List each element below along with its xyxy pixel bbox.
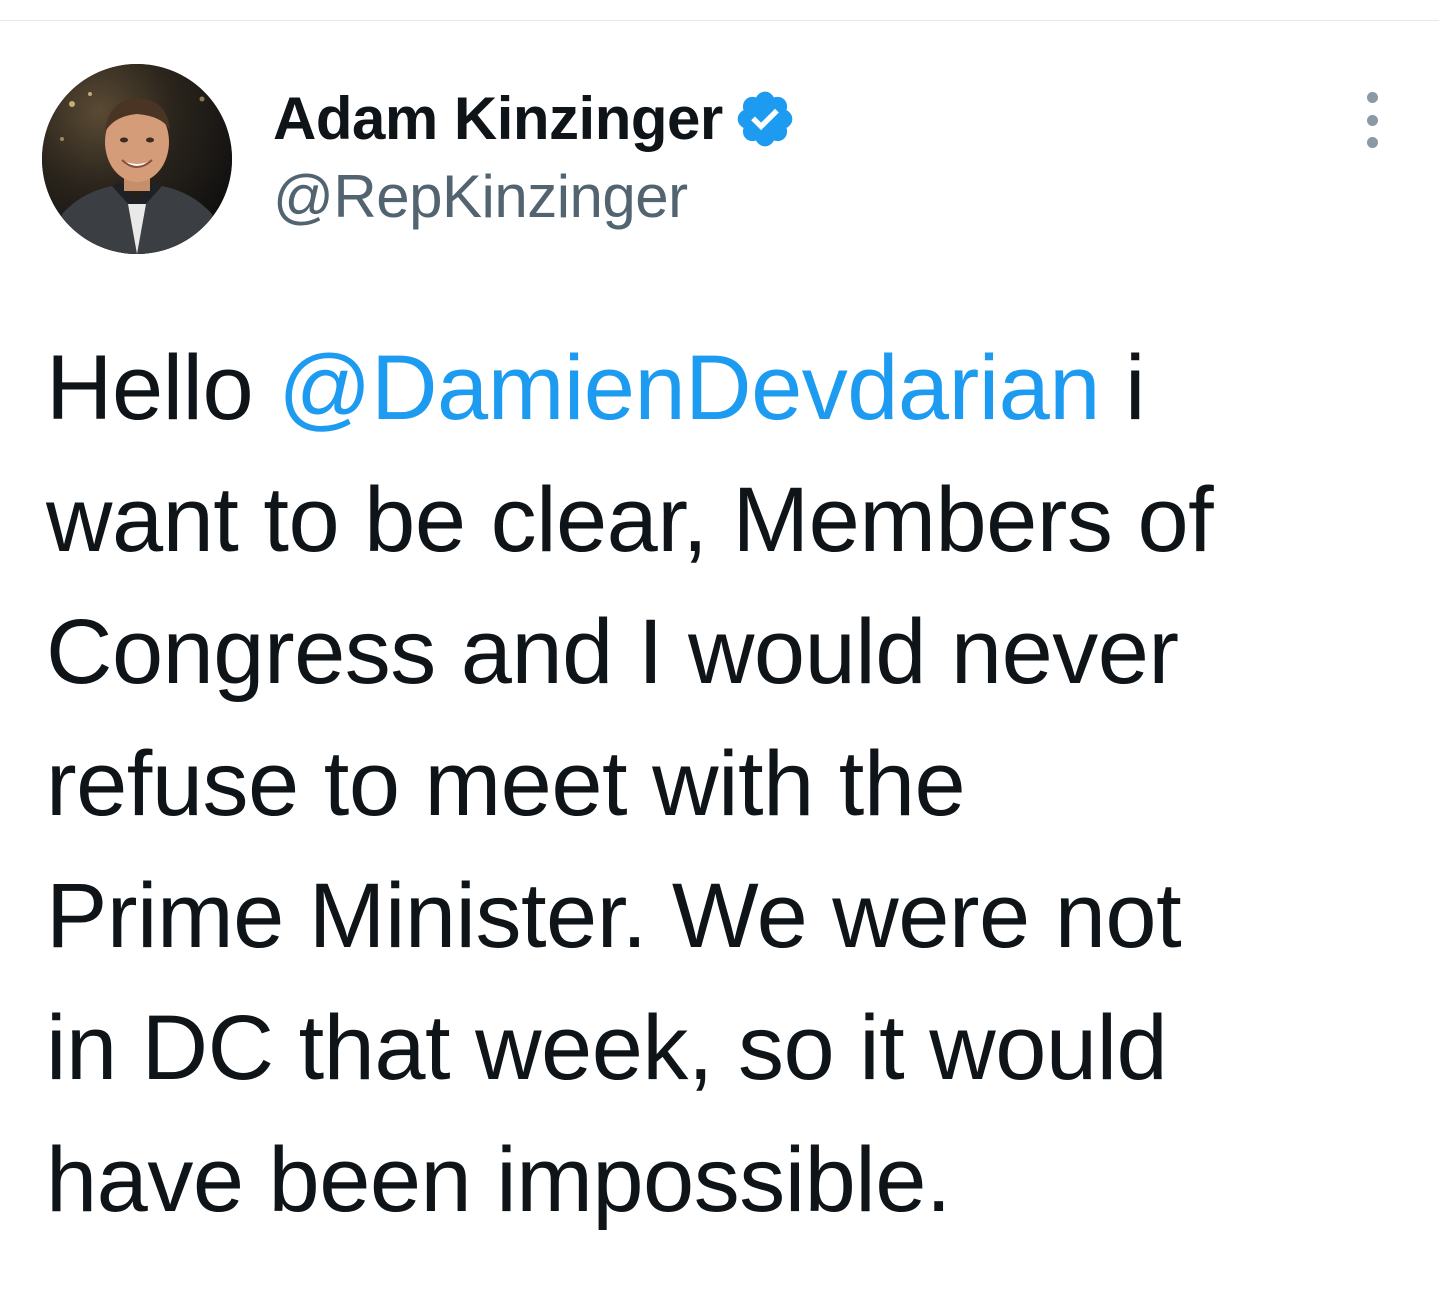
author-display-name[interactable]: Adam Kinzinger (273, 82, 723, 156)
tweet-text-line-1: Hello @DamienDevdarian i (46, 322, 1416, 454)
verified-badge-icon (733, 87, 797, 151)
more-vertical-icon-dot-3 (1366, 137, 1378, 148)
more-vertical-icon-dot-2 (1366, 114, 1378, 126)
tweet-text-line-5: Prime Minister. We were not (46, 865, 1182, 967)
author-handle[interactable]: @RepKinzinger (273, 162, 797, 232)
tweet-text: Hello @DamienDevdarian i want to be clea… (46, 322, 1416, 1246)
profile-photo-icon (42, 64, 232, 254)
more-options-button[interactable] (1352, 92, 1392, 148)
tweet-text-line-7: have been impossible. (46, 1129, 951, 1231)
tweet-text-line-3: Congress and I would never (46, 601, 1179, 703)
tweet-text-segment: Hello (46, 337, 279, 439)
more-vertical-icon (1366, 92, 1378, 103)
tweet-author: Adam Kinzinger @RepKinzinger (273, 82, 797, 232)
author-name-row: Adam Kinzinger (273, 82, 797, 156)
tweet-text-line-2: want to be clear, Members of (46, 469, 1214, 571)
top-divider (0, 20, 1439, 21)
tweet-text-segment: i (1099, 337, 1145, 439)
avatar[interactable] (42, 64, 232, 254)
mention-link[interactable]: @DamienDevdarian (278, 337, 1100, 439)
tweet-text-line-4: refuse to meet with the (46, 733, 966, 835)
tweet-text-line-6: in DC that week, so it would (46, 997, 1168, 1099)
